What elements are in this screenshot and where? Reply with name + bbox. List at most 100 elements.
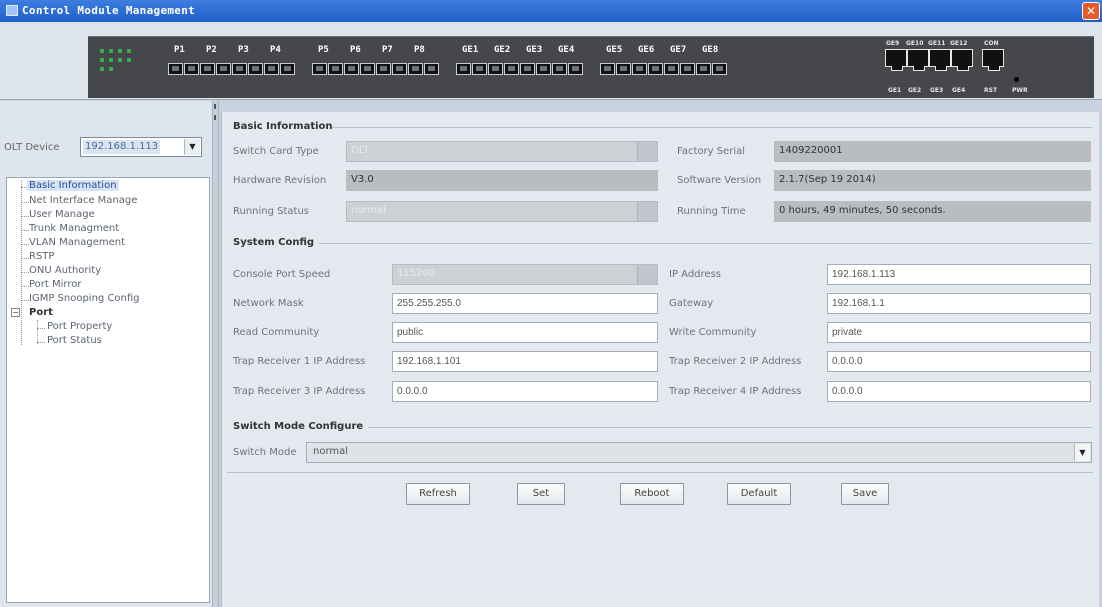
fiber-port-icon [200, 63, 215, 75]
reboot-button[interactable]: Reboot [620, 483, 684, 505]
console-port-speed-value: 115200 [397, 268, 436, 279]
nav-item-vlan-management[interactable]: VLAN Management [29, 237, 125, 248]
fiber-port-icon [616, 63, 631, 75]
factory-serial-label: Factory Serial [677, 146, 746, 157]
port-label: P5 [318, 45, 329, 55]
trap-receiver-3-input[interactable] [392, 381, 658, 402]
port-label: GE7 [670, 45, 687, 55]
uplink-label-ge11: GE11 [928, 40, 946, 47]
nav-item-rstp[interactable]: RSTP [29, 251, 54, 262]
nav-item-onu-authority[interactable]: ONU Authority [29, 265, 101, 276]
fiber-port-icon [568, 63, 583, 75]
trap-receiver-2-input[interactable] [827, 351, 1091, 372]
switch-mode-value: normal [313, 446, 349, 457]
fiber-port-icon [424, 63, 439, 75]
port-label: P8 [414, 45, 425, 55]
section-title-basic-information: Basic Information [233, 121, 333, 132]
olt-device-select[interactable]: 192.168.1.113 ▼ [80, 137, 202, 157]
main-content: Basic Information Switch Card Type OLT F… [221, 112, 1099, 607]
uplink-label-ge9: GE9 [886, 40, 900, 47]
fiber-port-icon [696, 63, 711, 75]
nav-item-user-manage[interactable]: User Manage [29, 209, 95, 220]
trap-receiver-1-label: Trap Receiver 1 IP Address [233, 356, 366, 367]
rj45-port-icon [907, 49, 929, 71]
section-title-system-config: System Config [233, 237, 315, 248]
nav-item-net-interface-manage[interactable]: Net Interface Manage [29, 195, 137, 206]
fiber-port-icon [456, 63, 471, 75]
switch-mode-select[interactable]: normal ▼ [306, 442, 1092, 463]
port-label: GE3 [526, 45, 543, 55]
uplink-label-bottom-ge1: GE1 [888, 87, 902, 94]
network-mask-label: Network Mask [233, 298, 304, 309]
reset-button-icon [1014, 77, 1019, 82]
default-button[interactable]: Default [727, 483, 791, 505]
console-port-speed-label: Console Port Speed [233, 269, 331, 280]
port-label: GE6 [638, 45, 655, 55]
fiber-port-icon [488, 63, 503, 75]
refresh-button[interactable]: Refresh [406, 483, 470, 505]
rj45-port-icon [885, 49, 907, 71]
write-community-input[interactable] [827, 322, 1091, 343]
title-bar: Control Module Management ✕ [0, 0, 1102, 22]
nav-item-port-mirror[interactable]: Port Mirror [29, 279, 81, 290]
fiber-port-icon [344, 63, 359, 75]
ip-address-input[interactable] [827, 264, 1091, 285]
save-button[interactable]: Save [841, 483, 889, 505]
fiber-port-icon [552, 63, 567, 75]
app-icon [6, 5, 18, 16]
write-community-label: Write Community [669, 327, 757, 338]
factory-serial-value: 1409220001 [779, 145, 843, 156]
port-label: P3 [238, 45, 249, 55]
trap-receiver-3-label: Trap Receiver 3 IP Address [233, 386, 366, 397]
nav-item-basic-information[interactable]: Basic Information [27, 180, 119, 191]
trap-receiver-4-input[interactable] [827, 381, 1091, 402]
fiber-port-icon [328, 63, 343, 75]
trap-receiver-1-input[interactable] [392, 351, 658, 372]
factory-serial-field: 1409220001 [774, 141, 1091, 162]
gateway-label: Gateway [669, 298, 714, 309]
chevron-down-icon[interactable]: ▼ [184, 139, 200, 155]
olt-device-label: OLT Device [4, 142, 60, 153]
read-community-label: Read Community [233, 327, 320, 338]
hardware-revision-label: Hardware Revision [233, 175, 327, 186]
switch-mode-label: Switch Mode [233, 447, 297, 458]
running-time-field: 0 hours, 49 minutes, 50 seconds. [774, 201, 1091, 222]
gateway-input[interactable] [827, 293, 1091, 314]
nav-item-igmp-snooping-config[interactable]: IGMP Snooping Config [29, 293, 140, 304]
read-community-input[interactable] [392, 322, 658, 343]
device-front-panel: P1 P2 P3 P4 P5 P6 P7 P8 GE1 GE2 GE3 GE4 GE5 GE6 GE7 GE8… [88, 36, 1094, 98]
trap-receiver-4-label: Trap Receiver 4 IP Address [669, 386, 802, 397]
collapse-icon[interactable]: − [11, 308, 20, 317]
olt-device-row: OLT Device 192.168.1.113 ▼ [4, 137, 204, 159]
port-label: GE1 [462, 45, 479, 55]
fiber-port-icon [232, 63, 247, 75]
left-panel: OLT Device 192.168.1.113 ▼ Basic Informa… [0, 101, 212, 607]
uplink-label-ge10: GE10 [906, 40, 924, 47]
set-button[interactable]: Set [517, 483, 565, 505]
nav-item-port-status[interactable]: Port Status [47, 335, 102, 346]
uplink-label-bottom-ge2: GE2 [908, 87, 922, 94]
close-button[interactable]: ✕ [1082, 2, 1100, 20]
fiber-port-icon [248, 63, 263, 75]
fiber-port-icon [392, 63, 407, 75]
chevron-down-icon[interactable]: ▼ [1074, 444, 1090, 461]
port-label: P7 [382, 45, 393, 55]
fiber-port-icon [312, 63, 327, 75]
uplink-label-ge12: GE12 [950, 40, 968, 47]
nav-group-port[interactable]: Port [29, 307, 53, 318]
hardware-revision-value: V3.0 [351, 174, 374, 185]
network-mask-input[interactable] [392, 293, 658, 314]
power-label: PWR [1012, 87, 1028, 94]
nav-item-port-property[interactable]: Port Property [47, 321, 112, 332]
olt-device-value: 192.168.1.113 [83, 140, 161, 154]
fiber-port-icon [536, 63, 551, 75]
rj45-port-icon [929, 49, 951, 71]
fiber-port-icon [680, 63, 695, 75]
console-port-speed-field: 115200 [392, 264, 658, 285]
panel-splitter[interactable] [212, 101, 219, 607]
uplink-label-bottom-ge3: GE3 [930, 87, 944, 94]
nav-item-trunk-managment[interactable]: Trunk Managment [29, 223, 119, 234]
fiber-port-icon [408, 63, 423, 75]
fiber-port-icon [360, 63, 375, 75]
port-label: P6 [350, 45, 361, 55]
